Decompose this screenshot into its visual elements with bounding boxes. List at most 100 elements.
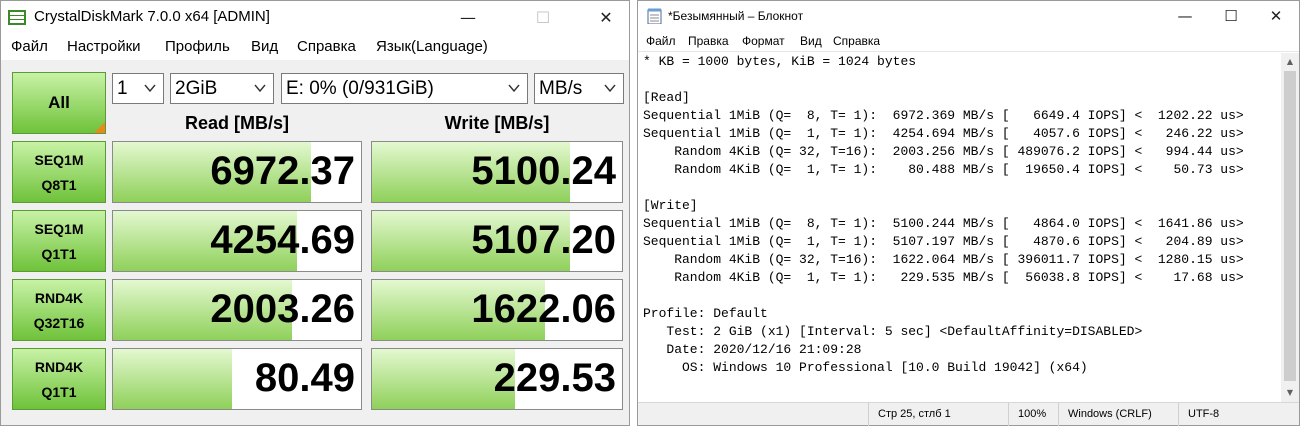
- all-button[interactable]: All: [12, 72, 106, 134]
- close-button[interactable]: ✕: [583, 1, 629, 34]
- title-bar: *Безымянный – Блокнот — ☐ ✕: [638, 1, 1299, 31]
- menu-view[interactable]: Вид: [251, 38, 278, 55]
- read-value: 6972.37: [210, 149, 355, 193]
- all-button-label: All: [48, 93, 70, 112]
- write-result: 5100.24: [371, 141, 623, 203]
- text-editor[interactable]: * KB = 1000 bytes, KiB = 1024 bytes [Rea…: [638, 53, 1281, 402]
- read-result: 4254.69: [112, 210, 362, 272]
- test-label-line1: RND4K: [34, 290, 84, 306]
- read-result: 6972.37: [112, 141, 362, 203]
- count-value: 1: [117, 78, 128, 99]
- test-label-line2: Q1T1: [41, 384, 77, 400]
- text-line: Random 4KiB (Q= 32, T=16): 1622.064 MB/s…: [643, 252, 1244, 267]
- test-label-line1: SEQ1M: [34, 152, 84, 168]
- count-select[interactable]: 1: [112, 73, 164, 104]
- text-line: Profile: Default: [643, 306, 768, 321]
- test-button-rnd4k-q32t16[interactable]: RND4K Q32T16: [12, 279, 106, 341]
- unit-select[interactable]: MB/s: [534, 73, 624, 104]
- size-value: 2GiB: [175, 78, 218, 99]
- text-line: Random 4KiB (Q= 1, T= 1): 80.488 MB/s [ …: [643, 162, 1244, 177]
- read-result: 80.49: [112, 348, 362, 410]
- write-result: 1622.06: [371, 279, 623, 341]
- size-select[interactable]: 2GiB: [170, 73, 274, 104]
- write-value: 229.53: [493, 356, 616, 400]
- title-bar: CrystalDiskMark 7.0.0 x64 [ADMIN] — ☐ ✕: [1, 1, 629, 34]
- text-line: [Read]: [643, 90, 690, 105]
- menu-profile[interactable]: Профиль: [165, 38, 230, 55]
- read-result: 2003.26: [112, 279, 362, 341]
- write-result: 229.53: [371, 348, 623, 410]
- maximize-button: ☐: [520, 1, 566, 34]
- read-value: 2003.26: [210, 287, 355, 331]
- crystaldiskmark-window: CrystalDiskMark 7.0.0 x64 [ADMIN] — ☐ ✕ …: [0, 0, 630, 426]
- test-button-rnd4k-q1t1[interactable]: RND4K Q1T1: [12, 348, 106, 410]
- text-line: [Write]: [643, 198, 698, 213]
- write-value: 5100.24: [471, 149, 616, 193]
- drive-select[interactable]: E: 0% (0/931GiB): [281, 73, 528, 104]
- text-line: OS: Windows 10 Professional [10.0 Build …: [643, 360, 1088, 375]
- test-label-line1: SEQ1M: [34, 221, 84, 237]
- unit-value: MB/s: [539, 78, 583, 99]
- text-line: Sequential 1MiB (Q= 8, T= 1): 6972.369 M…: [643, 108, 1244, 123]
- menu-help[interactable]: Справка: [297, 38, 356, 55]
- write-value: 1622.06: [471, 287, 616, 331]
- cursor-position: Стр 25, стлб 1: [868, 403, 1008, 426]
- menu-bar: Файл Настройки Профиль Вид Справка Язык(…: [1, 34, 629, 60]
- test-button-seq1m-q1t1[interactable]: SEQ1M Q1T1: [12, 210, 106, 272]
- vertical-scrollbar[interactable]: ▲ ▼: [1281, 53, 1299, 402]
- chevron-down-icon: [604, 84, 616, 93]
- corner-indicator: [94, 122, 105, 133]
- encoding: UTF-8: [1178, 403, 1299, 426]
- scrollbar-thumb[interactable]: [1284, 71, 1296, 381]
- notepad-app-icon: [647, 8, 662, 24]
- write-result: 5107.20: [371, 210, 623, 272]
- minimize-icon: —: [460, 8, 476, 27]
- write-column-header: Write [MB/s]: [444, 113, 550, 133]
- read-value: 4254.69: [210, 218, 355, 262]
- menu-language[interactable]: Язык(Language): [376, 38, 488, 55]
- menu-file[interactable]: Файл: [11, 38, 48, 55]
- minimize-button[interactable]: —: [1162, 1, 1208, 31]
- line-ending: Windows (CRLF): [1058, 403, 1178, 426]
- scroll-up-icon[interactable]: ▲: [1281, 53, 1299, 71]
- chevron-down-icon: [144, 84, 156, 93]
- maximize-button[interactable]: ☐: [1208, 1, 1254, 31]
- text-line: * KB = 1000 bytes, KiB = 1024 bytes: [643, 54, 917, 69]
- menu-settings[interactable]: Настройки: [67, 38, 141, 55]
- read-value: 80.49: [254, 356, 355, 400]
- close-icon: ✕: [1269, 7, 1283, 25]
- test-button-seq1m-q8t1[interactable]: SEQ1M Q8T1: [12, 141, 106, 203]
- read-bar: [113, 349, 233, 409]
- menu-help[interactable]: Справка: [833, 34, 880, 48]
- zoom-level: 100%: [1008, 403, 1058, 426]
- write-value: 5107.20: [471, 218, 616, 262]
- read-column-header: Read [MB/s]: [184, 113, 289, 133]
- test-label-line2: Q32T16: [33, 315, 85, 331]
- menu-format[interactable]: Формат: [742, 34, 785, 48]
- close-button[interactable]: ✕: [1253, 1, 1299, 31]
- notepad-window: *Безымянный – Блокнот — ☐ ✕ Файл Правка …: [637, 0, 1300, 426]
- text-line: Sequential 1MiB (Q= 8, T= 1): 5100.244 M…: [643, 216, 1244, 231]
- menu-file[interactable]: Файл: [646, 34, 676, 48]
- drive-value: E: 0% (0/931GiB): [286, 78, 434, 99]
- test-label-line2: Q1T1: [41, 246, 77, 262]
- menu-edit[interactable]: Правка: [688, 34, 729, 48]
- maximize-icon: ☐: [535, 8, 551, 27]
- test-label-line2: Q8T1: [41, 177, 77, 193]
- test-label-line1: RND4K: [34, 359, 84, 375]
- text-line: Sequential 1MiB (Q= 1, T= 1): 4254.694 M…: [643, 126, 1244, 141]
- minimize-icon: —: [1177, 7, 1193, 25]
- text-line: Random 4KiB (Q= 1, T= 1): 229.535 MB/s […: [643, 270, 1244, 285]
- chevron-down-icon: [254, 84, 266, 93]
- menu-view[interactable]: Вид: [800, 34, 822, 48]
- minimize-button[interactable]: —: [445, 1, 491, 34]
- window-title: *Безымянный – Блокнот: [668, 9, 804, 23]
- text-line: Test: 2 GiB (x1) [Interval: 5 sec] <Defa…: [643, 324, 1143, 339]
- text-line: Sequential 1MiB (Q= 1, T= 1): 5107.197 M…: [643, 234, 1244, 249]
- text-line: Date: 2020/12/16 21:09:28: [643, 342, 862, 357]
- status-bar: Стр 25, стлб 1 100% Windows (CRLF) UTF-8: [638, 402, 1299, 426]
- scroll-down-icon[interactable]: ▼: [1281, 384, 1299, 402]
- crystaldiskmark-app-icon: [8, 10, 26, 25]
- maximize-icon: ☐: [1224, 7, 1238, 25]
- close-icon: ✕: [599, 8, 613, 27]
